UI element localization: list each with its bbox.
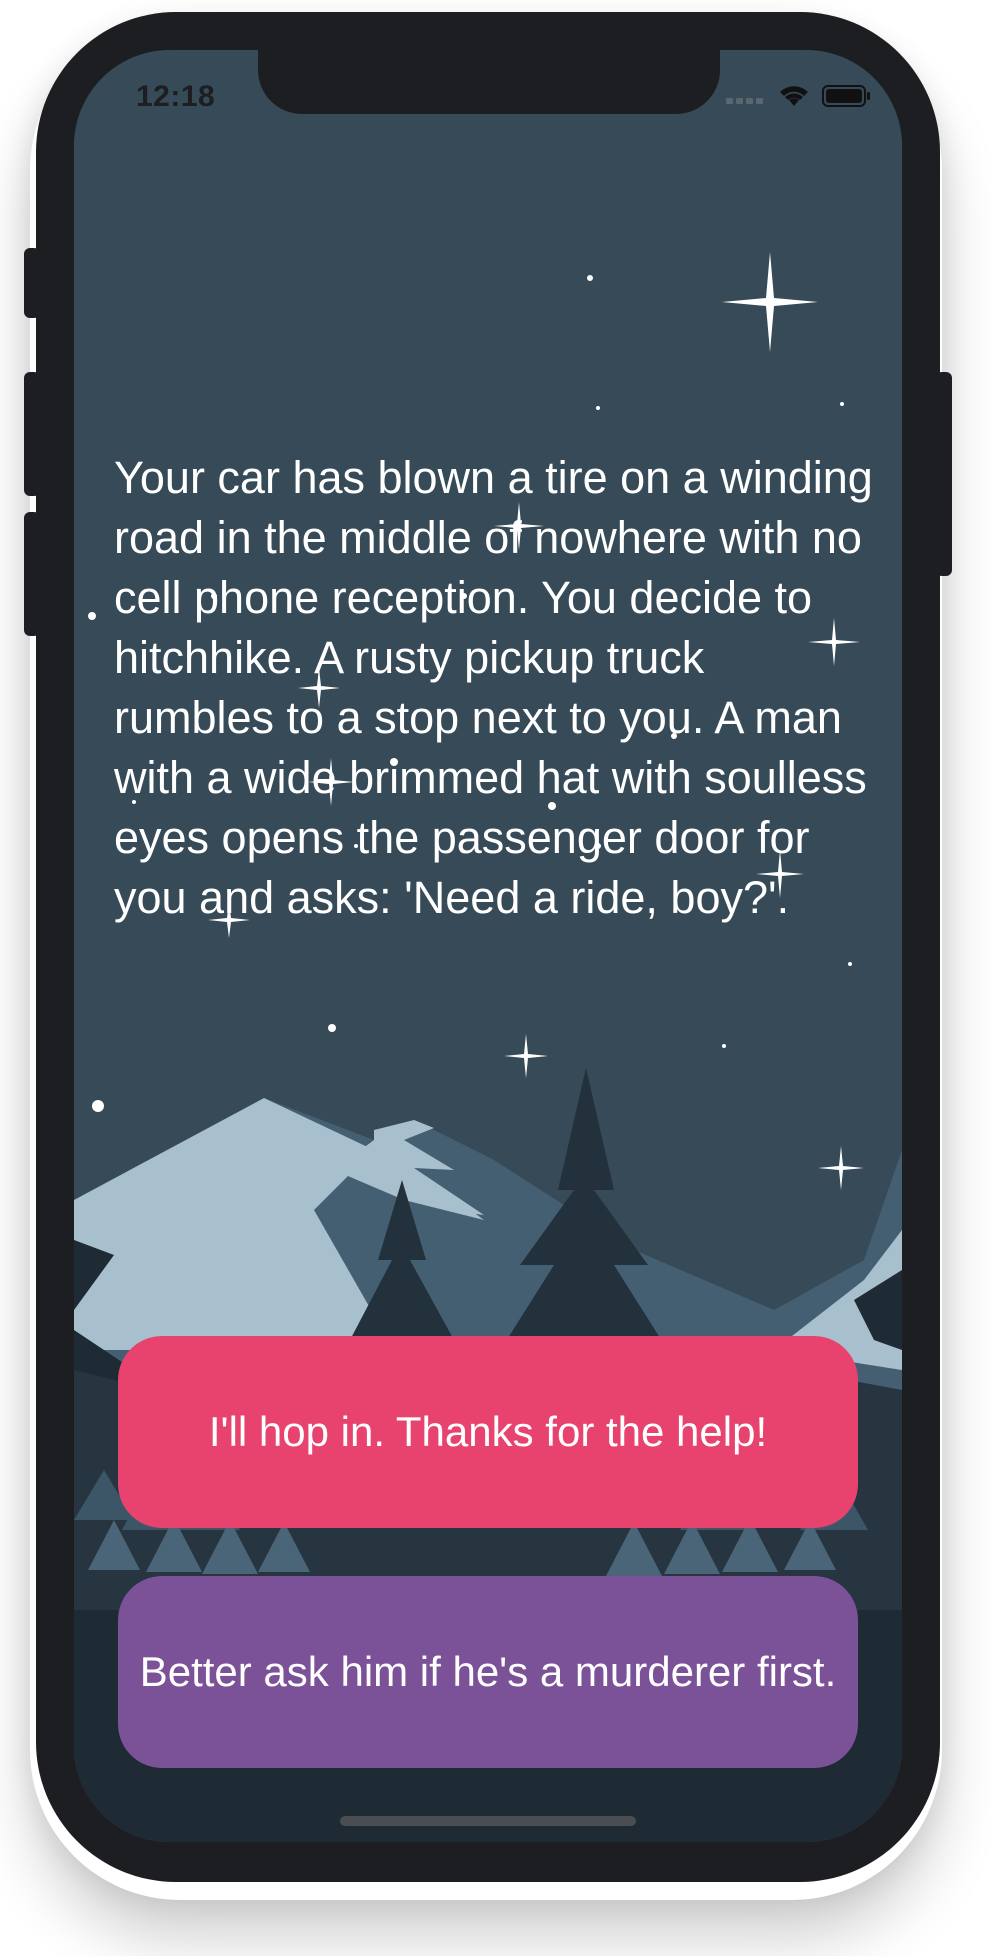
app-stage: 12:18 Your car has blown a tire on a win… xyxy=(0,0,992,1956)
story-text: Your car has blown a tire on a winding r… xyxy=(114,452,873,923)
choice-2-button[interactable]: Better ask him if he's a murderer first. xyxy=(118,1576,858,1768)
choice-1-button[interactable]: I'll hop in. Thanks for the help! xyxy=(118,1336,858,1528)
battery-icon xyxy=(822,85,870,107)
night-landscape-background xyxy=(74,50,902,1842)
wifi-icon xyxy=(780,86,808,106)
status-bar-time: 12:18 xyxy=(136,80,216,113)
phone-screen: 12:18 Your car has blown a tire on a win… xyxy=(74,50,902,1842)
status-bar-icons xyxy=(726,84,872,108)
device-notch xyxy=(258,50,720,114)
cellular-signal-icon xyxy=(726,98,763,104)
home-indicator[interactable] xyxy=(340,1816,636,1826)
